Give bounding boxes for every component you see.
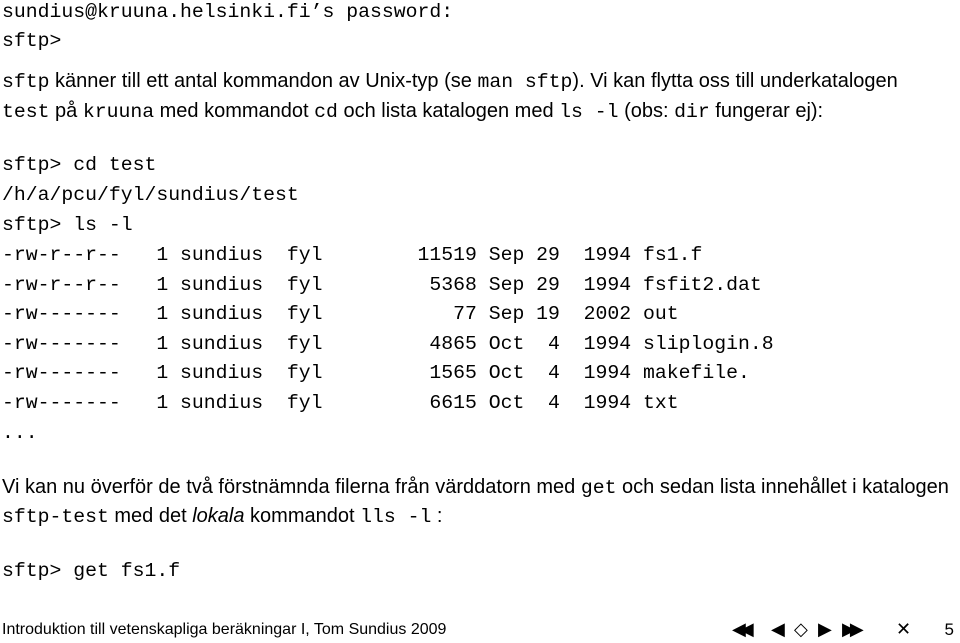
listing-row: -rw------- 1 sundius fyl 4865 Oct 4 1994… [2, 332, 774, 355]
session-get: sftp> get fs1.f [2, 560, 181, 582]
text: fungerar ej): [709, 100, 824, 122]
session-path: /h/a/pcu/fyl/sundius/test [2, 184, 299, 206]
session-cd: sftp> cd test [2, 154, 157, 176]
text: med det [108, 505, 193, 527]
text: kommandot [244, 505, 361, 527]
code-man-sftp: man sftp [477, 71, 573, 93]
listing-row: -rw-r--r-- 1 sundius fyl 11519 Sep 29 19… [2, 244, 703, 266]
last-page-icon[interactable]: ▶▶ [842, 617, 864, 643]
text: med kommandot [154, 100, 315, 122]
sftp-prompt: sftp> [2, 30, 62, 52]
paragraph-1-line-2: test på kruuna med kommandot cd och list… [2, 96, 823, 126]
paragraph-2-line-1: Vi kan nu överför de två förstnämnda fil… [2, 472, 949, 502]
code-sftp-test: sftp-test [2, 506, 109, 528]
text: och sedan lista innehållet i katalogen [616, 476, 949, 498]
emphasis-lokala: lokala [192, 505, 245, 527]
listing-row: -rw------- 1 sundius fyl 1565 Oct 4 1994… [2, 362, 750, 385]
footer-title: Introduktion till vetenskapliga beräknin… [2, 621, 447, 638]
code-kruuna: kruuna [82, 101, 155, 123]
previous-page-icon[interactable]: ◀ [771, 617, 785, 643]
session-ls: sftp> ls -l [2, 214, 133, 236]
code-sftp: sftp [2, 71, 50, 93]
code-cd: cd [314, 101, 338, 123]
code-get: get [580, 477, 617, 499]
next-page-icon[interactable]: ▶ [818, 617, 832, 643]
first-page-icon[interactable]: ◀◀ [732, 617, 754, 643]
listing-row: -rw------- 1 sundius fyl 6615 Oct 4 1994… [2, 392, 679, 414]
text: och lista katalogen med [337, 100, 560, 122]
paragraph-2-line-2: sftp-test med det lokala kommandot lls -… [2, 501, 442, 531]
text: känner till ett antal kommandon av Unix-… [49, 70, 478, 92]
listing-row: -rw-r--r-- 1 sundius fyl 5368 Sep 29 199… [2, 273, 762, 296]
password-prompt: sundius@kruuna.helsinki.fi’s password: [2, 1, 454, 23]
home-diamond-icon[interactable]: ◇ [794, 617, 808, 643]
code-test: test [2, 101, 50, 123]
close-icon[interactable]: ✕ [896, 617, 911, 643]
text: : [431, 505, 443, 527]
text: på [49, 100, 83, 122]
code-ls: ls -l [559, 101, 619, 123]
code-dir: dir [674, 101, 710, 123]
listing-row: -rw------- 1 sundius fyl 77 Sep 19 2002 … [2, 303, 679, 326]
page-number: 5 [944, 620, 954, 639]
paragraph-1-line-1: sftp känner till ett antal kommandon av … [2, 66, 898, 96]
code-lls: lls -l [360, 506, 432, 528]
text: Vi kan nu överför de två förstnämnda fil… [2, 476, 581, 498]
text: ). Vi kan flytta oss till underkatalogen [572, 70, 898, 92]
ellipsis: ... [2, 422, 38, 444]
text: (obs: [618, 100, 675, 122]
